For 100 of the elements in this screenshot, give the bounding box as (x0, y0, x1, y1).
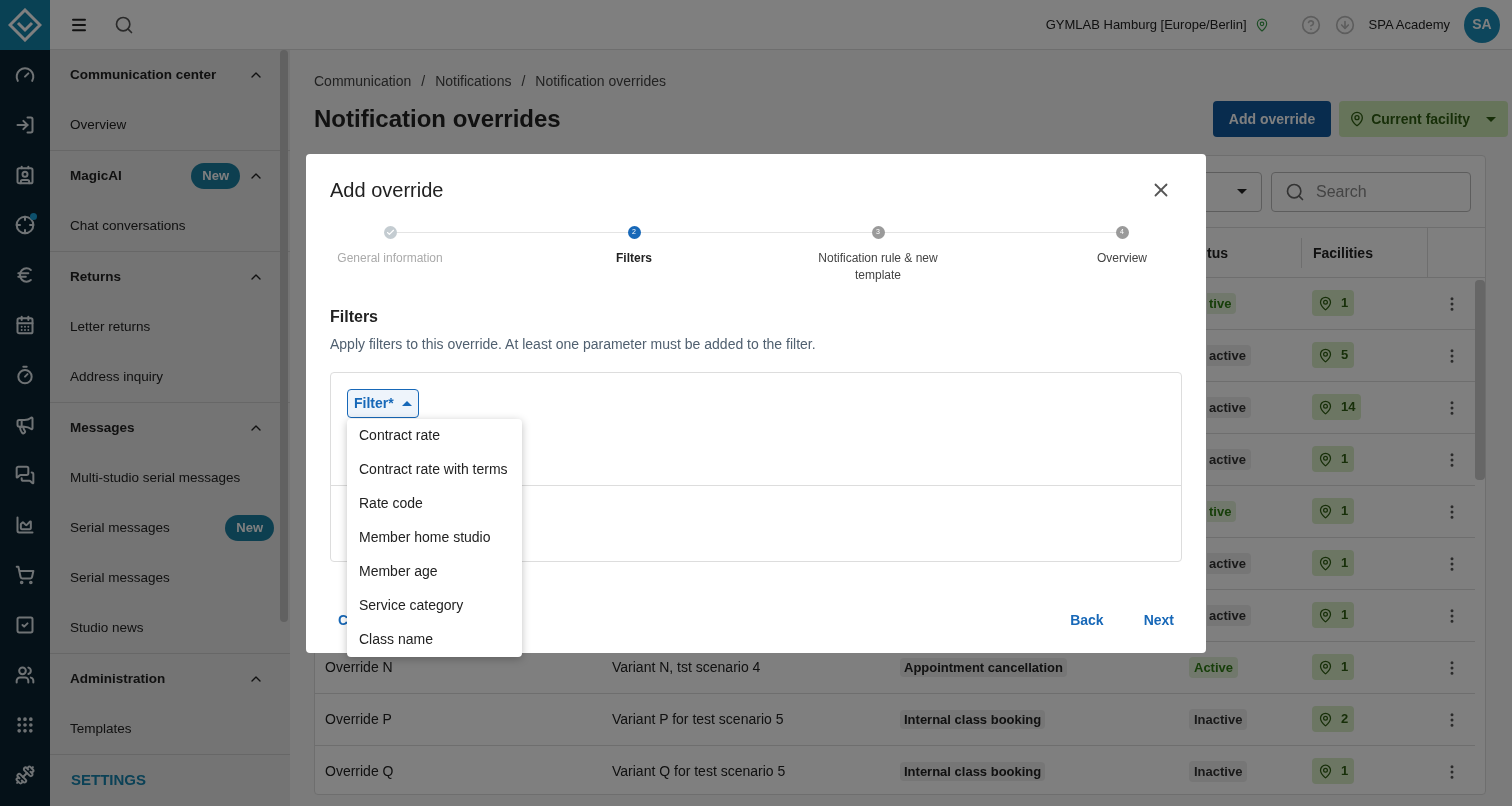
dumbbell-icon[interactable] (15, 765, 35, 785)
type-tag: Appointment cancellation (900, 658, 1067, 677)
sidebar-item[interactable]: Studio news (70, 617, 274, 639)
section-title[interactable]: Communication center (70, 64, 240, 86)
menu-item[interactable]: Class name (347, 622, 522, 657)
account-name[interactable]: SPA Academy (1368, 14, 1450, 35)
map-pin-icon (1318, 451, 1333, 467)
menu-item[interactable]: Service category (347, 588, 522, 623)
facilities-tag[interactable]: 1 (1312, 550, 1355, 576)
sidebar-item[interactable]: Letter returns (70, 316, 274, 338)
calendar-icon[interactable] (15, 315, 35, 335)
facilities-tag[interactable]: 1 (1312, 654, 1355, 680)
logo-icon[interactable] (0, 0, 50, 50)
table-cell: Override N (325, 659, 393, 675)
sidebar-item[interactable]: Overview (70, 114, 274, 136)
users-icon[interactable] (15, 665, 35, 685)
step-label: General information (336, 249, 444, 267)
section-title[interactable]: Administration (70, 668, 240, 690)
facilities-tag[interactable]: 2 (1312, 706, 1355, 732)
facilities-tag[interactable]: 5 (1312, 342, 1355, 368)
map-pin-icon (1254, 17, 1269, 32)
map-pin-icon (1318, 347, 1333, 363)
breadcrumb-separator: / (521, 72, 526, 91)
dialog-title: Add override (330, 177, 445, 203)
menu-item[interactable]: Member age (347, 554, 522, 589)
facilities-tag[interactable]: 14 (1312, 394, 1362, 420)
chat-icon[interactable] (15, 465, 35, 485)
facilities-tag[interactable]: 1 (1312, 602, 1355, 628)
search-field[interactable]: Search (1271, 171, 1471, 212)
section-title[interactable]: Returns (70, 266, 240, 288)
sidebar-item[interactable]: Serial messages (70, 517, 226, 539)
facilities-tag[interactable]: 1 (1312, 758, 1355, 784)
menu-item[interactable]: Member home studio (347, 520, 522, 555)
next-button[interactable]: Next (1143, 610, 1174, 631)
timer-icon[interactable] (15, 365, 35, 385)
column-header: Facilities (1313, 243, 1373, 263)
table-cell: Override Q (325, 763, 394, 779)
user-avatar[interactable]: SA (1464, 6, 1500, 43)
caret-icon (1486, 116, 1496, 122)
menu-item[interactable]: Contract rate (347, 418, 522, 453)
megaphone-icon[interactable] (15, 415, 35, 435)
sidebar-item[interactable]: Serial messages (70, 567, 274, 589)
table-cell: Variant N, tst scenario 4 (612, 659, 761, 675)
location-label[interactable]: GYMLAB Hamburg [Europe/Berlin] (1045, 14, 1247, 35)
map-pin-icon (1349, 111, 1366, 127)
map-pin-icon (1318, 711, 1333, 727)
menu-item[interactable]: Contract rate with terms (347, 452, 522, 487)
back-button[interactable]: Back (1070, 610, 1104, 631)
breadcrumb-link[interactable]: Notification overrides (535, 71, 667, 92)
facilities-tag[interactable]: 1 (1312, 290, 1355, 316)
status-tag: active (1207, 605, 1251, 626)
cart-icon[interactable] (15, 565, 35, 585)
map-pin-icon (1318, 295, 1333, 311)
search-icon[interactable] (114, 14, 134, 35)
settings-link[interactable]: SETTINGS (71, 768, 146, 792)
map-pin-icon (1318, 659, 1333, 675)
login-icon[interactable] (15, 115, 35, 135)
breadcrumb-separator: / (421, 72, 426, 91)
menu-item[interactable]: Rate code (347, 486, 522, 521)
cancel-button[interactable]: C (338, 610, 349, 631)
contact-card-icon[interactable] (15, 165, 35, 185)
sidebar-item[interactable]: Chat conversations (70, 215, 274, 237)
status-tag: tive (1207, 293, 1237, 314)
type-tag: Internal class booking (900, 762, 1046, 781)
gauge-icon[interactable] (15, 65, 35, 85)
new-badge: New (225, 515, 274, 541)
map-pin-icon (1318, 399, 1333, 415)
page-title: Notification overrides (314, 104, 562, 134)
status-tag: active (1207, 449, 1251, 470)
facility-dropdown[interactable]: Current facility (1339, 101, 1508, 137)
checkbox-icon[interactable] (15, 615, 35, 635)
status-tag: active (1207, 345, 1251, 366)
filter-dropdown-button[interactable]: Filter* (347, 388, 419, 418)
sidebar-item[interactable]: Address inquiry (70, 366, 274, 388)
section-title[interactable]: MagicAI (70, 165, 184, 187)
table-cell: Variant Q for test scenario 5 (612, 763, 786, 779)
breadcrumb-link[interactable]: Communication (314, 71, 412, 92)
breadcrumb-link[interactable]: Notifications (435, 71, 512, 92)
status-tag: Active (1189, 657, 1239, 678)
map-pin-icon (1318, 607, 1333, 623)
add-override-button[interactable]: Add override (1212, 101, 1332, 137)
map-pin-icon (1318, 503, 1333, 519)
chart-icon[interactable] (15, 515, 35, 535)
sidebar-item[interactable]: Templates (70, 718, 274, 740)
column-header: tus (1207, 245, 1228, 261)
status-tag: active (1207, 397, 1251, 418)
section-title[interactable]: Messages (70, 417, 240, 439)
map-pin-icon (1318, 555, 1333, 571)
section-heading: Filters (330, 306, 379, 327)
facilities-tag[interactable]: 1 (1312, 446, 1355, 472)
status-tag: tive (1207, 501, 1237, 522)
status-tag: Inactive (1189, 761, 1248, 782)
section-description: Apply filters to this override. At least one parameter must be added to the filter. (330, 334, 817, 354)
target-icon[interactable] (15, 215, 35, 235)
table-cell: Override P (325, 711, 392, 727)
dots-grid-icon[interactable] (15, 715, 35, 735)
facilities-tag[interactable]: 1 (1312, 498, 1355, 524)
status-tag: active (1207, 553, 1251, 574)
sidebar-item[interactable]: Multi-studio serial messages (70, 467, 274, 489)
euro-icon[interactable] (15, 265, 35, 285)
